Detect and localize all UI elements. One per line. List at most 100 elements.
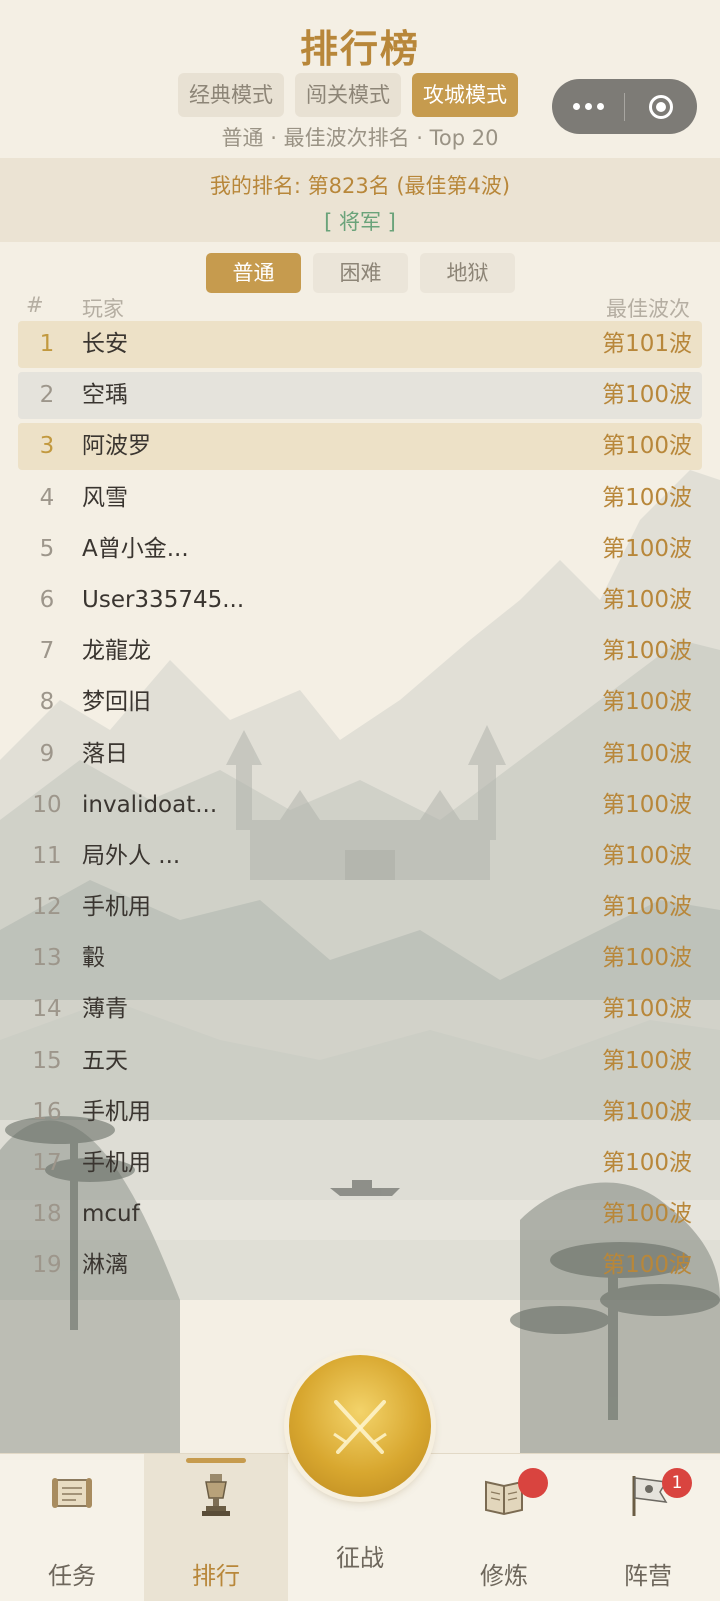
row-rank: 1	[39, 331, 55, 357]
row-player-name: 手机用	[82, 1098, 151, 1125]
table-row[interactable]: 1 长安 第101波	[18, 321, 702, 368]
leaderboard-list: 1 长安 第101波 2 空瑀 第100波 3 阿波罗 第100波 4 风雪 第100波 5 A曾小金..…	[18, 321, 702, 1294]
row-rank: 15	[32, 1047, 62, 1074]
table-row[interactable]: 2 空瑀 第100波	[18, 372, 702, 420]
row-player-name: 阿波罗	[82, 433, 151, 460]
nav-label-tasks: 任务	[48, 1562, 96, 1590]
row-player-name: 淋漓	[82, 1252, 128, 1279]
mode-tabs: 经典模式 闯关模式 攻城模式	[178, 73, 518, 117]
row-rank: 11	[32, 842, 62, 869]
row-rank: 4	[39, 484, 55, 511]
notification-badge	[518, 1468, 548, 1498]
nav-item-ranking[interactable]: 排行	[144, 1454, 288, 1601]
row-rank: 17	[32, 1150, 62, 1176]
row-player-name: 落日	[82, 740, 128, 767]
difficulty-tabs: 普通 困难 地狱	[206, 253, 515, 293]
row-best-wave: 第100波	[602, 1098, 692, 1125]
table-row[interactable]: 13 轂 第100波	[18, 935, 702, 982]
row-player-name: 手机用	[82, 1150, 151, 1176]
nav-item-training[interactable]: 修炼	[432, 1454, 576, 1601]
row-rank: 16	[32, 1098, 62, 1125]
more-options-button[interactable]	[552, 79, 624, 134]
row-rank: 9	[39, 740, 55, 767]
table-row[interactable]: 15 五天 第100波	[18, 1038, 702, 1085]
row-player-name: 局外人 ...	[82, 842, 181, 869]
row-best-wave: 第100波	[602, 382, 692, 409]
row-best-wave: 第100波	[602, 433, 692, 460]
active-indicator	[186, 1458, 246, 1463]
row-best-wave: 第100波	[602, 842, 692, 869]
table-row[interactable]: 11 局外人 ... 第100波	[18, 833, 702, 880]
row-player-name: A曾小金...	[82, 535, 189, 562]
row-best-wave: 第100波	[602, 1150, 692, 1176]
row-best-wave: 第100波	[602, 1047, 692, 1074]
dot-icon	[596, 103, 604, 110]
table-row[interactable]: 9 落日 第100波	[18, 731, 702, 778]
tab-classic-mode[interactable]: 经典模式	[178, 73, 284, 117]
tab-normal[interactable]: 普通	[206, 253, 301, 293]
battle-button[interactable]	[289, 1355, 431, 1497]
page-title: 排行榜	[299, 27, 420, 71]
nav-label-ranking: 排行	[192, 1562, 240, 1590]
row-player-name: 梦回旧	[82, 689, 151, 716]
table-row[interactable]: 3 阿波罗 第100波	[18, 423, 702, 471]
row-rank: 7	[39, 638, 55, 665]
row-rank: 13	[32, 945, 62, 972]
row-player-name: mcuf	[82, 1201, 140, 1228]
scroll-icon	[52, 1478, 92, 1508]
tab-hell[interactable]: 地狱	[420, 253, 515, 293]
row-player-name: 薄青	[82, 996, 128, 1023]
table-row[interactable]: 8 梦回旧 第100波	[18, 679, 702, 726]
row-player-name: 风雪	[82, 484, 128, 511]
row-best-wave: 第100波	[602, 1201, 692, 1228]
row-best-wave: 第100波	[602, 484, 692, 511]
table-row[interactable]: 18 mcuf 第100波	[18, 1191, 702, 1238]
col-wave-header: 最佳波次	[606, 297, 690, 321]
row-rank: 6	[39, 586, 55, 613]
target-icon	[649, 94, 673, 119]
nav-label-faction: 阵营	[624, 1562, 672, 1590]
row-best-wave: 第100波	[602, 535, 692, 562]
my-rank-text: 我的排名: 第823名 (最佳第4波)	[209, 174, 511, 198]
trophy-icon	[202, 1474, 230, 1516]
row-best-wave: 第100波	[602, 740, 692, 767]
row-best-wave: 第100波	[602, 996, 692, 1023]
tab-stage-mode[interactable]: 闯关模式	[295, 73, 401, 117]
table-row[interactable]: 4 风雪 第100波	[18, 475, 702, 522]
tab-hard[interactable]: 困难	[313, 253, 408, 293]
dot-icon	[572, 103, 580, 110]
col-player-header: 玩家	[82, 297, 124, 321]
row-player-name: 空瑀	[82, 382, 128, 409]
table-row[interactable]: 5 A曾小金... 第100波	[18, 526, 702, 573]
table-row[interactable]: 12 手机用 第100波	[18, 884, 702, 931]
row-rank: 3	[39, 433, 55, 460]
row-rank: 12	[32, 894, 62, 921]
row-best-wave: 第100波	[602, 894, 692, 921]
table-row[interactable]: 14 薄青 第100波	[18, 986, 702, 1033]
nav-item-tasks[interactable]: 任务	[0, 1454, 144, 1601]
row-best-wave: 第100波	[602, 945, 692, 972]
row-best-wave: 第101波	[602, 331, 692, 357]
table-row[interactable]: 16 手机用 第100波	[18, 1089, 702, 1136]
row-best-wave: 第100波	[602, 586, 692, 613]
close-mini-program-button[interactable]	[625, 79, 697, 134]
row-best-wave: 第100波	[602, 1252, 692, 1279]
my-rank-panel: 我的排名: 第823名 (最佳第4波) [ 将军 ]	[0, 158, 720, 242]
row-player-name: 龙龍龙	[82, 638, 151, 665]
table-row[interactable]: 19 淋漓 第100波	[18, 1242, 702, 1289]
nav-label-training: 修炼	[480, 1562, 528, 1590]
table-row[interactable]: 7 龙龍龙 第100波	[18, 628, 702, 675]
row-player-name: User335745...	[82, 586, 245, 613]
row-player-name: 五天	[82, 1047, 128, 1074]
mini-program-capsule	[552, 79, 697, 134]
table-row[interactable]: 6 User335745... 第100波	[18, 577, 702, 624]
row-player-name: 手机用	[82, 894, 151, 921]
table-row[interactable]: 17 手机用 第100波	[18, 1140, 702, 1187]
row-rank: 8	[39, 689, 55, 716]
row-best-wave: 第100波	[602, 689, 692, 716]
tab-siege-mode[interactable]: 攻城模式	[412, 73, 518, 117]
row-best-wave: 第100波	[602, 791, 692, 818]
nav-item-faction[interactable]: 1 阵营	[576, 1454, 720, 1601]
crossed-swords-icon	[333, 1400, 387, 1454]
table-row[interactable]: 10 invalidoat... 第100波	[18, 782, 702, 829]
